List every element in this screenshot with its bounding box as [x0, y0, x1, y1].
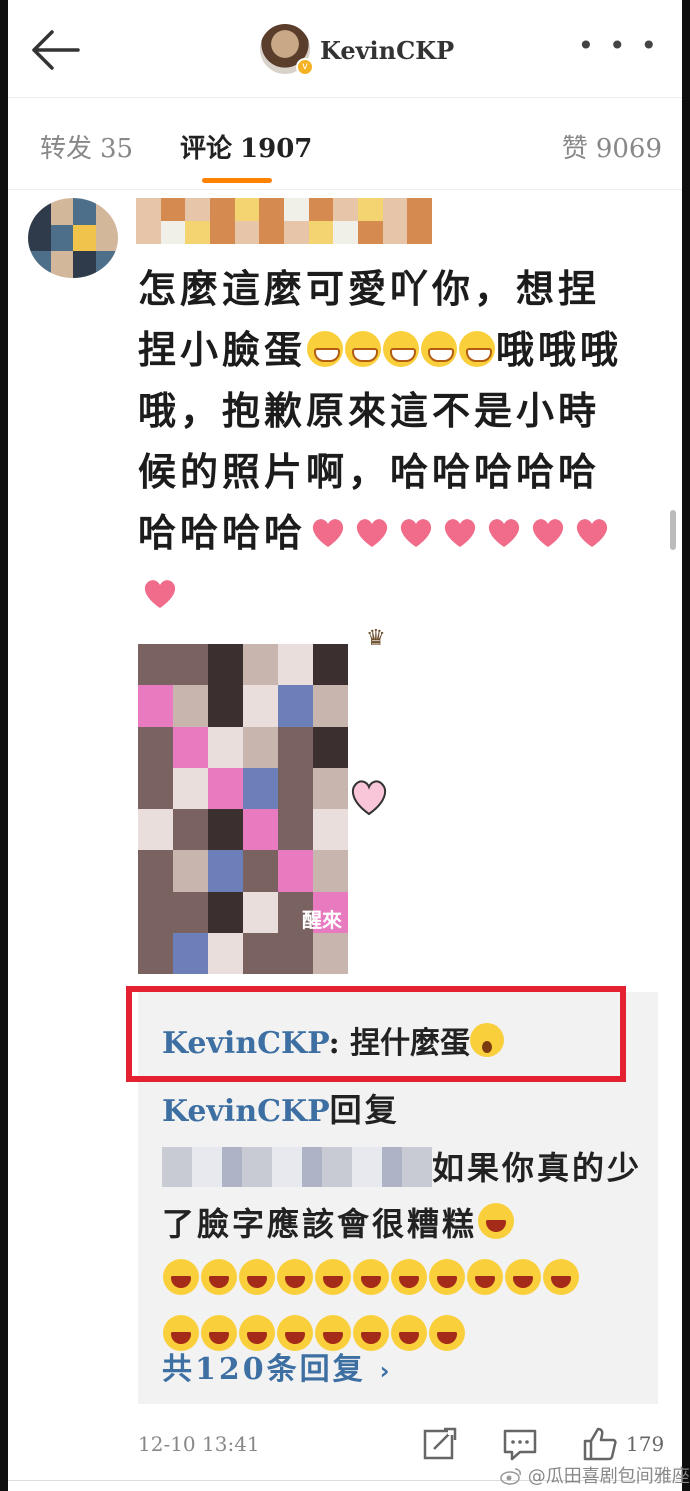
- view-all-replies-label: 共120条回复: [162, 1352, 366, 1387]
- more-options-button[interactable]: • • •: [578, 32, 660, 60]
- laugh-emoji-icon: [429, 1315, 465, 1351]
- laugh-emoji-icon: [478, 1203, 515, 1239]
- laugh-emoji-icon: [429, 1259, 465, 1295]
- laugh-emoji-icon: [391, 1259, 427, 1295]
- watermark-text: @瓜田喜剧包间雅座: [527, 1466, 690, 1487]
- reply-target-pixelated: [162, 1147, 432, 1187]
- tab-likes-label: 赞: [561, 134, 588, 164]
- chevron-right-icon: ›: [379, 1357, 393, 1385]
- laugh-emoji-icon: [163, 1259, 199, 1295]
- tab-comments-count: 1907: [240, 134, 313, 164]
- tab-repost[interactable]: 转发 35: [40, 128, 133, 165]
- page-title[interactable]: KevinCKP: [320, 36, 454, 65]
- grin-emoji-icon: [459, 331, 496, 367]
- active-tab-indicator: [202, 178, 272, 183]
- laugh-emoji-icon: [239, 1259, 275, 1295]
- heart-emoji-icon: [532, 519, 564, 547]
- grin-emoji-icon: [345, 331, 382, 367]
- highlight-box: [126, 986, 626, 1082]
- thumbs-up-icon: [583, 1427, 617, 1461]
- tab-likes-count: 9069: [595, 134, 662, 164]
- scrollbar[interactable]: [670, 510, 676, 550]
- share-button[interactable]: [420, 1424, 460, 1464]
- back-arrow-icon: [32, 30, 80, 70]
- crown-sticker-icon: ♛: [366, 626, 386, 651]
- heart-outline-sticker-icon: [351, 780, 387, 816]
- reply-verb: 回复: [329, 1091, 400, 1129]
- watermark: @瓜田喜剧包间雅座: [500, 1462, 690, 1488]
- laugh-emoji-icon: [277, 1259, 313, 1295]
- heart-emoji-icon: [144, 580, 176, 608]
- photo-caption: 醒來: [302, 908, 342, 932]
- weibo-comment-page: v KevinCKP • • • 转发 35 评论 1907 赞 9069 怎麼這麼可…: [8, 0, 682, 1491]
- comment-body: 怎麼這麼可愛吖你，想捏捏小臉蛋 哦哦哦哦，抱歉原來這不是小時候的照片啊，哈哈哈哈哈…: [138, 258, 638, 624]
- heart-emoji-icon: [356, 519, 388, 547]
- laugh-emoji-icon: [467, 1259, 503, 1295]
- heart-emoji-icon: [400, 519, 432, 547]
- verified-badge-icon: v: [296, 58, 314, 76]
- grin-emoji-icon: [307, 331, 344, 367]
- grin-emoji-icon: [421, 331, 458, 367]
- view-all-replies-link[interactable]: 共120条回复 ›: [162, 1344, 393, 1388]
- tab-likes[interactable]: 赞 9069: [562, 128, 662, 165]
- tab-comments-label: 评论: [180, 134, 233, 164]
- laugh-emoji-icon: [201, 1259, 237, 1295]
- user-avatar[interactable]: v: [260, 24, 314, 76]
- tab-bar: 转发 35 评论 1907 赞 9069: [8, 98, 682, 190]
- laugh-emoji-icon: [505, 1259, 541, 1295]
- heart-emoji-icon: [444, 519, 476, 547]
- reply-item-second[interactable]: KevinCKP回复 如果你真的少了臉字應該會很糟糕: [162, 1082, 642, 1364]
- laugh-emoji-icon: [353, 1259, 389, 1295]
- like-count: 179: [626, 1432, 665, 1456]
- grin-emoji-icon: [383, 331, 420, 367]
- reply-button[interactable]: [500, 1424, 540, 1464]
- heart-emoji-icon: [488, 519, 520, 547]
- comment-icon: [503, 1429, 537, 1461]
- back-button[interactable]: [28, 28, 82, 72]
- reply-author-name[interactable]: KevinCKP: [162, 1094, 330, 1129]
- laugh-emoji-icon: [543, 1259, 579, 1295]
- tab-repost-label: 转发: [40, 134, 93, 164]
- heart-emoji-icon: [312, 519, 344, 547]
- heart-emoji-icon: [576, 519, 608, 547]
- laugh-emoji-icon: [391, 1315, 427, 1351]
- commenter-avatar[interactable]: [28, 198, 118, 278]
- tab-repost-count: 35: [100, 134, 134, 164]
- like-button[interactable]: [580, 1424, 620, 1464]
- share-icon: [423, 1427, 457, 1460]
- laugh-emoji-icon: [315, 1259, 351, 1295]
- tab-comments[interactable]: 评论 1907: [180, 128, 312, 165]
- comment-photo[interactable]: ♛ 醒來: [138, 622, 408, 974]
- top-bar: v KevinCKP • • •: [8, 0, 682, 98]
- comment-timestamp: 12-10 13:41: [138, 1432, 260, 1456]
- commenter-name-pixelated[interactable]: [136, 198, 432, 244]
- weibo-logo-icon: [500, 1468, 521, 1485]
